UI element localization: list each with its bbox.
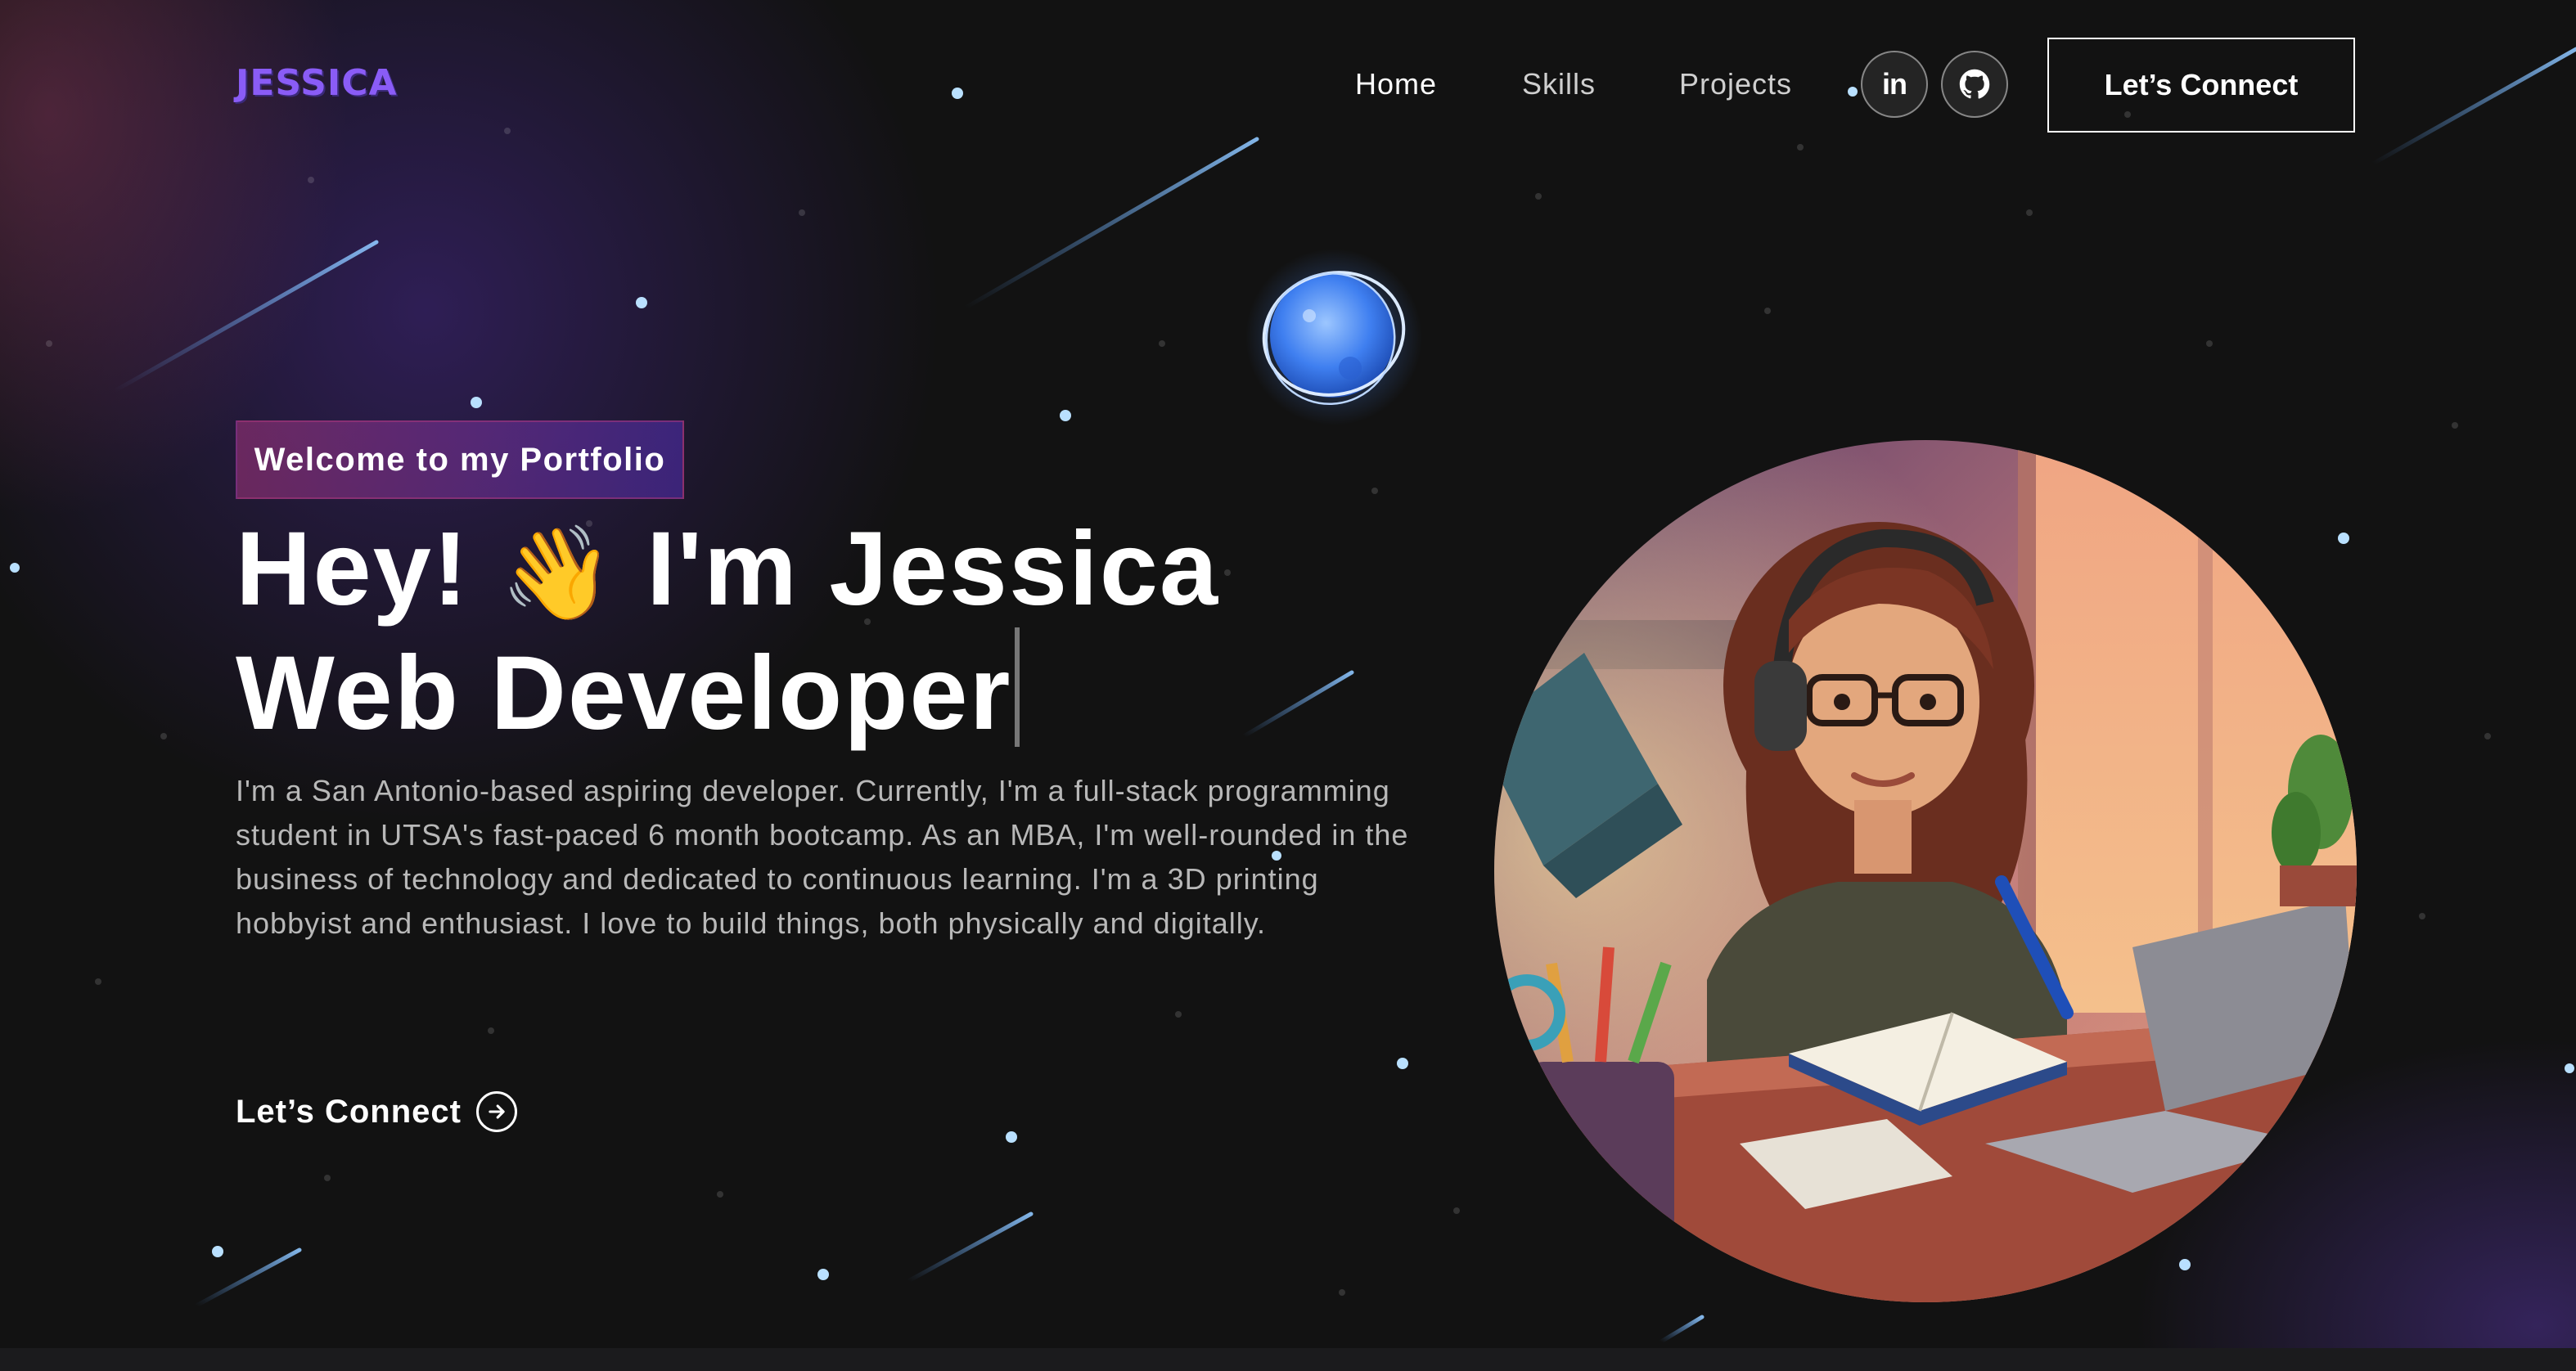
star <box>1159 340 1165 347</box>
hero-heading: Hey! 👋 I'm Jessica Web Developer <box>236 515 1219 748</box>
star <box>46 340 52 347</box>
shooting-star <box>963 137 1259 310</box>
arrow-right-circle-icon <box>476 1091 517 1132</box>
star <box>1797 144 1804 151</box>
logo[interactable]: JESSICA <box>236 62 398 104</box>
shooting-star <box>1659 1315 1705 1344</box>
star <box>817 1269 829 1280</box>
waving-hand-icon: 👋 <box>500 522 616 624</box>
github-button[interactable] <box>1941 51 2008 118</box>
star <box>212 1246 223 1257</box>
star <box>717 1191 723 1198</box>
hero-description: I'm a San Antonio-based aspiring develop… <box>236 774 1409 940</box>
nav-link-projects[interactable]: Projects <box>1679 67 1792 101</box>
shooting-star <box>112 240 379 393</box>
lets-connect-link[interactable]: Let’s Connect <box>236 1091 517 1132</box>
typed-role: Web Developer <box>236 635 1012 752</box>
star <box>2206 340 2213 347</box>
lets-connect-link-label: Let’s Connect <box>236 1093 462 1130</box>
nav-link-home[interactable]: Home <box>1355 67 1437 101</box>
star <box>1397 1058 1408 1069</box>
glowing-planet-icon <box>1244 245 1424 425</box>
star <box>2338 533 2349 544</box>
star <box>504 128 511 134</box>
star <box>952 88 963 99</box>
star <box>2565 1063 2574 1073</box>
star <box>1339 1289 1345 1296</box>
star <box>636 297 647 308</box>
star <box>1764 308 1771 314</box>
shooting-star <box>2371 47 2576 166</box>
lets-connect-button[interactable]: Let’s Connect <box>2047 38 2355 133</box>
linkedin-button[interactable]: in <box>1861 51 1928 118</box>
star <box>2452 422 2458 429</box>
greeting-prefix: Hey! <box>236 510 470 627</box>
github-icon <box>1959 69 1990 99</box>
star <box>160 733 167 739</box>
star <box>488 1027 494 1034</box>
star <box>324 1175 331 1181</box>
star <box>2484 733 2491 739</box>
footer-strip <box>0 1348 2576 1371</box>
star <box>10 563 20 573</box>
star <box>1453 1207 1460 1214</box>
star <box>1371 488 1378 494</box>
star <box>2419 913 2425 919</box>
shooting-star <box>194 1247 302 1308</box>
star <box>1848 87 1858 97</box>
welcome-tagline: Welcome to my Portfolio <box>236 420 684 499</box>
star <box>1060 410 1071 421</box>
typing-cursor <box>1015 627 1020 747</box>
star <box>308 177 314 183</box>
shooting-star <box>1241 670 1354 739</box>
star <box>1224 569 1231 576</box>
star <box>2179 1259 2191 1270</box>
star <box>799 209 805 216</box>
star <box>2026 209 2033 216</box>
star <box>95 978 101 985</box>
nav-link-skills[interactable]: Skills <box>1522 67 1596 101</box>
shooting-star <box>906 1211 1034 1283</box>
star <box>1535 193 1542 200</box>
star <box>1175 1011 1182 1018</box>
star <box>471 397 482 408</box>
star <box>1006 1131 1017 1143</box>
avatar-illustration <box>1494 440 2357 1302</box>
linkedin-icon: in <box>1882 67 1907 101</box>
greeting-name: I'm Jessica <box>646 510 1220 627</box>
